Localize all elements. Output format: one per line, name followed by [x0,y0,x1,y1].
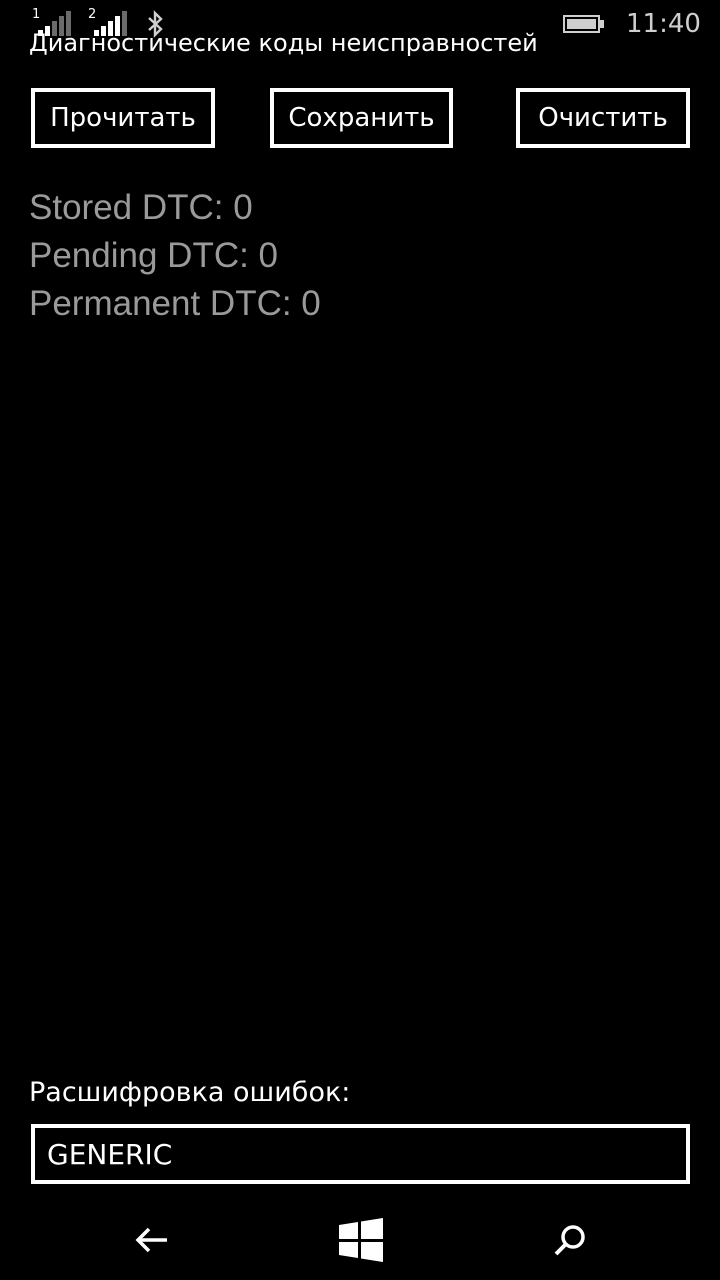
permanent-dtc-count: Permanent DTC: 0 [29,284,321,323]
search-button[interactable] [544,1214,596,1266]
decode-selected-value: GENERIC [47,1137,173,1171]
stored-dtc-count: Stored DTC: 0 [29,188,253,227]
read-button[interactable]: Прочитать [31,88,215,148]
pending-dtc-count: Pending DTC: 0 [29,236,279,275]
decode-select[interactable]: GENERIC [31,1124,690,1184]
back-button[interactable] [126,1214,178,1266]
search-icon [554,1225,585,1256]
save-button[interactable]: Сохранить [270,88,453,148]
page-title: Диагностические коды неисправностей [29,29,538,57]
battery-icon [563,15,604,33]
decode-label: Расшифровка ошибок: [29,1077,351,1108]
navigation-bar [0,1200,720,1280]
windows-logo-icon [339,1218,383,1262]
back-arrow-icon [135,1227,167,1253]
clear-button[interactable]: Очистить [516,88,690,148]
status-time: 11:40 [626,9,701,39]
home-button[interactable] [335,1214,387,1266]
